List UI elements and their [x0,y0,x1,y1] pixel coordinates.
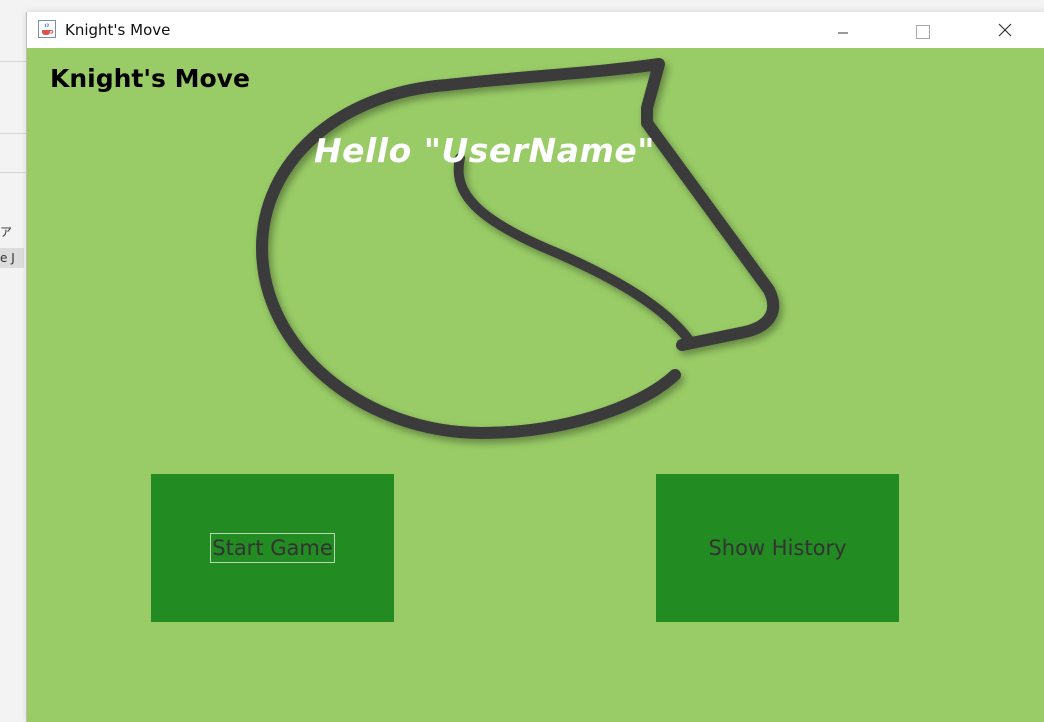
java-cup-icon[interactable] [38,20,56,38]
main-panel: Knight's Move Hello "UserName" Start Gam… [27,48,1044,722]
background-text-fragment: e J [0,251,15,265]
minimize-button[interactable] [820,12,866,48]
maximize-button[interactable] [900,12,946,48]
close-button[interactable] [981,12,1027,48]
minimize-icon [838,32,848,34]
close-icon [998,23,1012,37]
window-title: Knight's Move [65,21,171,39]
show-history-button[interactable]: Show History [656,474,899,622]
app-window: Knight's Move Knight's Move Hello "UserN… [27,12,1044,722]
greeting-text: Hello "UserName" [314,131,655,170]
background-divider [0,61,27,62]
maximize-icon [916,25,930,39]
show-history-label: Show History [708,536,847,560]
app-heading: Knight's Move [50,64,250,93]
title-bar[interactable]: Knight's Move [27,12,1044,48]
background-text-fragment: ア [0,225,13,239]
start-game-label: Start Game [210,533,335,563]
background-divider [0,133,27,134]
start-game-button[interactable]: Start Game [151,474,394,622]
background-divider [0,172,27,173]
